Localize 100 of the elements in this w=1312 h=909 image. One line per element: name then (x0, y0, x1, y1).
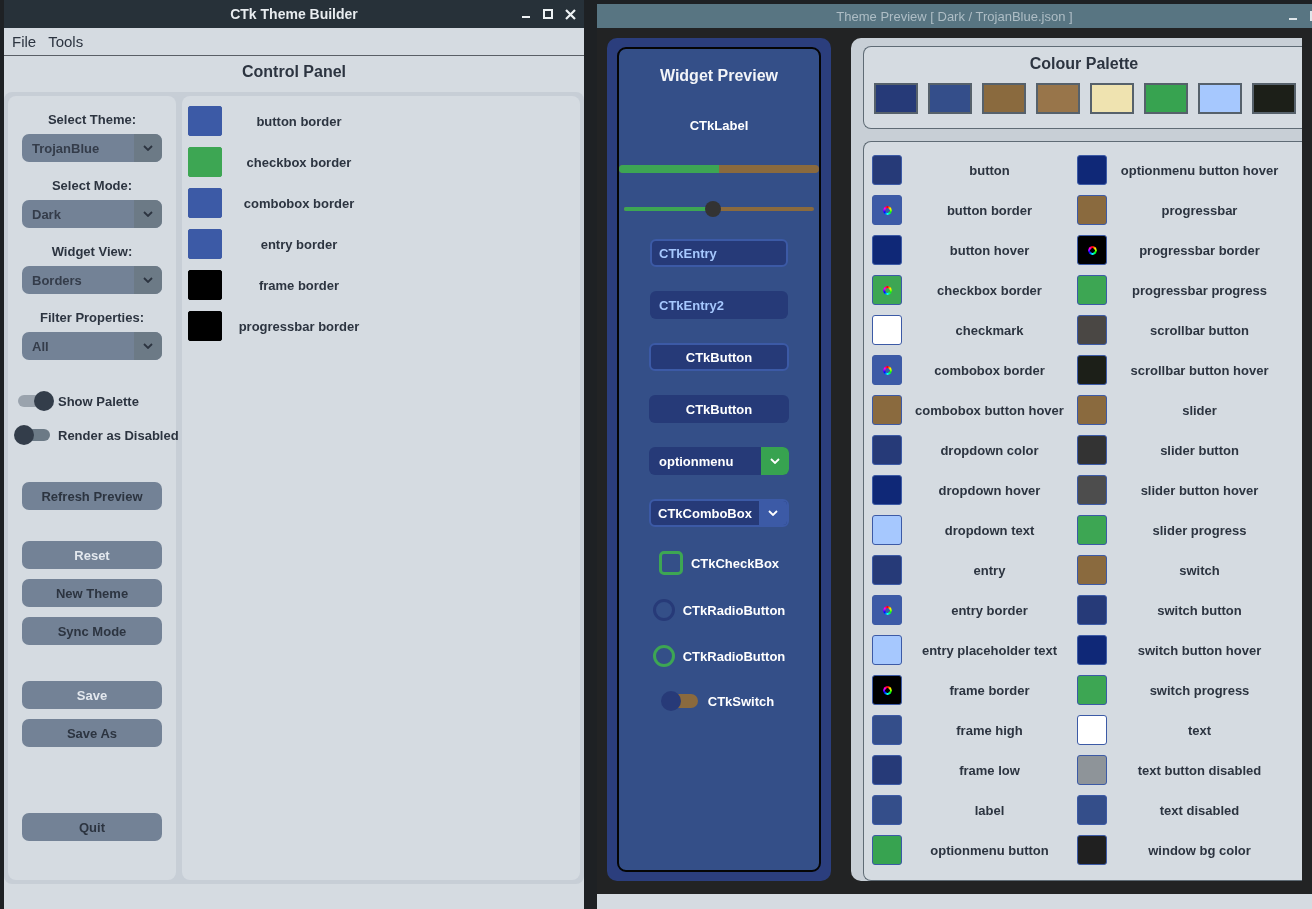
color-wheel-icon (1087, 245, 1097, 255)
color-swatch[interactable] (872, 835, 902, 865)
combo-box[interactable]: CTkComboBox (649, 499, 789, 527)
entry-field[interactable]: CTkEntry (650, 239, 788, 267)
color-swatch[interactable] (188, 106, 222, 136)
palette-swatch[interactable] (1144, 83, 1188, 114)
checkbox[interactable] (658, 551, 683, 575)
property-name: checkbox border (936, 282, 1043, 298)
color-swatch[interactable] (872, 315, 902, 345)
option-menu[interactable]: optionmenu (649, 447, 789, 475)
menu-item[interactable]: File (8, 33, 41, 50)
color-swatch[interactable] (188, 229, 222, 259)
chevron-icon (768, 510, 778, 516)
color-swatch[interactable] (872, 195, 902, 225)
property-name: combobox border (933, 362, 1046, 378)
color-swatch[interactable] (1077, 475, 1107, 505)
maximize-icon[interactable] (543, 9, 553, 19)
color-swatch[interactable] (188, 270, 222, 300)
widget-label: CTkLabel (689, 117, 749, 133)
color-swatch[interactable] (872, 755, 902, 785)
color-swatch[interactable] (1077, 275, 1107, 305)
color-swatch[interactable] (1077, 435, 1107, 465)
color-swatch[interactable] (1077, 675, 1107, 705)
palette-swatch[interactable] (1090, 83, 1134, 114)
color-swatch[interactable] (872, 355, 902, 385)
color-swatch[interactable] (1077, 595, 1107, 625)
palette-swatch[interactable] (1036, 83, 1080, 114)
color-swatch[interactable] (872, 435, 902, 465)
dropdown[interactable]: TrojanBlue (22, 134, 162, 162)
color-swatch[interactable] (1077, 155, 1107, 185)
slider-thumb[interactable] (705, 201, 722, 217)
color-swatch[interactable] (1077, 395, 1107, 425)
color-swatch[interactable] (872, 475, 902, 505)
action-button[interactable]: Save As (22, 719, 162, 747)
action-button[interactable]: Refresh Preview (22, 482, 162, 510)
color-swatch[interactable] (188, 311, 222, 341)
action-button[interactable]: Quit (22, 813, 162, 841)
color-swatch[interactable] (1077, 835, 1107, 865)
property-name: switch progress (1148, 682, 1251, 698)
color-wheel-icon (882, 685, 892, 695)
radio-label: CTkRadioButton (682, 602, 786, 618)
action-button[interactable]: New Theme (22, 579, 162, 607)
dropdown[interactable]: Dark (22, 200, 162, 228)
property-name: dropdown hover (937, 482, 1042, 498)
palette-swatch[interactable] (1252, 83, 1296, 114)
color-swatch[interactable] (1077, 635, 1107, 665)
color-swatch[interactable] (872, 795, 902, 825)
action-button[interactable]: Sync Mode (22, 617, 162, 645)
property-name: combobox border (242, 195, 356, 211)
color-swatch[interactable] (872, 635, 902, 665)
color-swatch[interactable] (1077, 195, 1107, 225)
palette-swatch[interactable] (982, 83, 1026, 114)
preview-title: Widget Preview (659, 67, 779, 85)
property-name: switch (1178, 562, 1221, 578)
property-name: progressbar progress (1130, 282, 1269, 298)
property-name: switch button hover (1136, 642, 1263, 658)
entry-field[interactable]: CTkEntry2 (650, 291, 788, 319)
palette-swatch[interactable] (928, 83, 972, 114)
color-swatch[interactable] (1077, 235, 1107, 265)
property-name: progressbar border (1138, 242, 1261, 258)
color-swatch[interactable] (872, 155, 902, 185)
color-swatch[interactable] (872, 235, 902, 265)
color-swatch[interactable] (872, 715, 902, 745)
menu-item[interactable]: Tools (44, 33, 88, 50)
color-swatch[interactable] (872, 675, 902, 705)
dropdown[interactable]: Borders (22, 266, 162, 294)
color-swatch[interactable] (872, 275, 902, 305)
color-swatch[interactable] (872, 555, 902, 585)
color-swatch[interactable] (188, 188, 222, 218)
palette-swatch[interactable] (1198, 83, 1242, 114)
switch-toggle[interactable] (663, 694, 698, 708)
color-swatch[interactable] (872, 515, 902, 545)
color-wheel-icon (882, 285, 892, 295)
color-swatch[interactable] (872, 595, 902, 625)
property-name: dropdown color (939, 442, 1040, 458)
property-name: text (1186, 722, 1213, 738)
chevron-icon (770, 458, 780, 464)
color-swatch[interactable] (1077, 715, 1107, 745)
property-name: button hover (948, 242, 1031, 258)
color-swatch[interactable] (1077, 555, 1107, 585)
color-swatch[interactable] (1077, 355, 1107, 385)
color-swatch[interactable] (1077, 795, 1107, 825)
dropdown[interactable]: All (22, 332, 162, 360)
radio-button[interactable] (652, 645, 675, 667)
close-icon[interactable] (565, 8, 576, 20)
color-swatch[interactable] (188, 147, 222, 177)
palette-swatch[interactable] (874, 83, 918, 114)
color-swatch[interactable] (872, 395, 902, 425)
property-name: combobox button hover (914, 402, 1065, 418)
color-swatch[interactable] (1077, 755, 1107, 785)
property-name: progressbar (1160, 202, 1239, 218)
property-name: frame border (257, 277, 341, 293)
widget-button[interactable]: CTkButton (649, 343, 789, 371)
property-name: button border (255, 113, 343, 129)
select-label: Filter Properties: (40, 310, 144, 326)
color-swatch[interactable] (1077, 315, 1107, 345)
palette-title: Colour Palette (1028, 55, 1140, 73)
widget-button[interactable]: CTkButton (649, 395, 789, 423)
color-swatch[interactable] (1077, 515, 1107, 545)
property-name: slider button (1159, 442, 1240, 458)
